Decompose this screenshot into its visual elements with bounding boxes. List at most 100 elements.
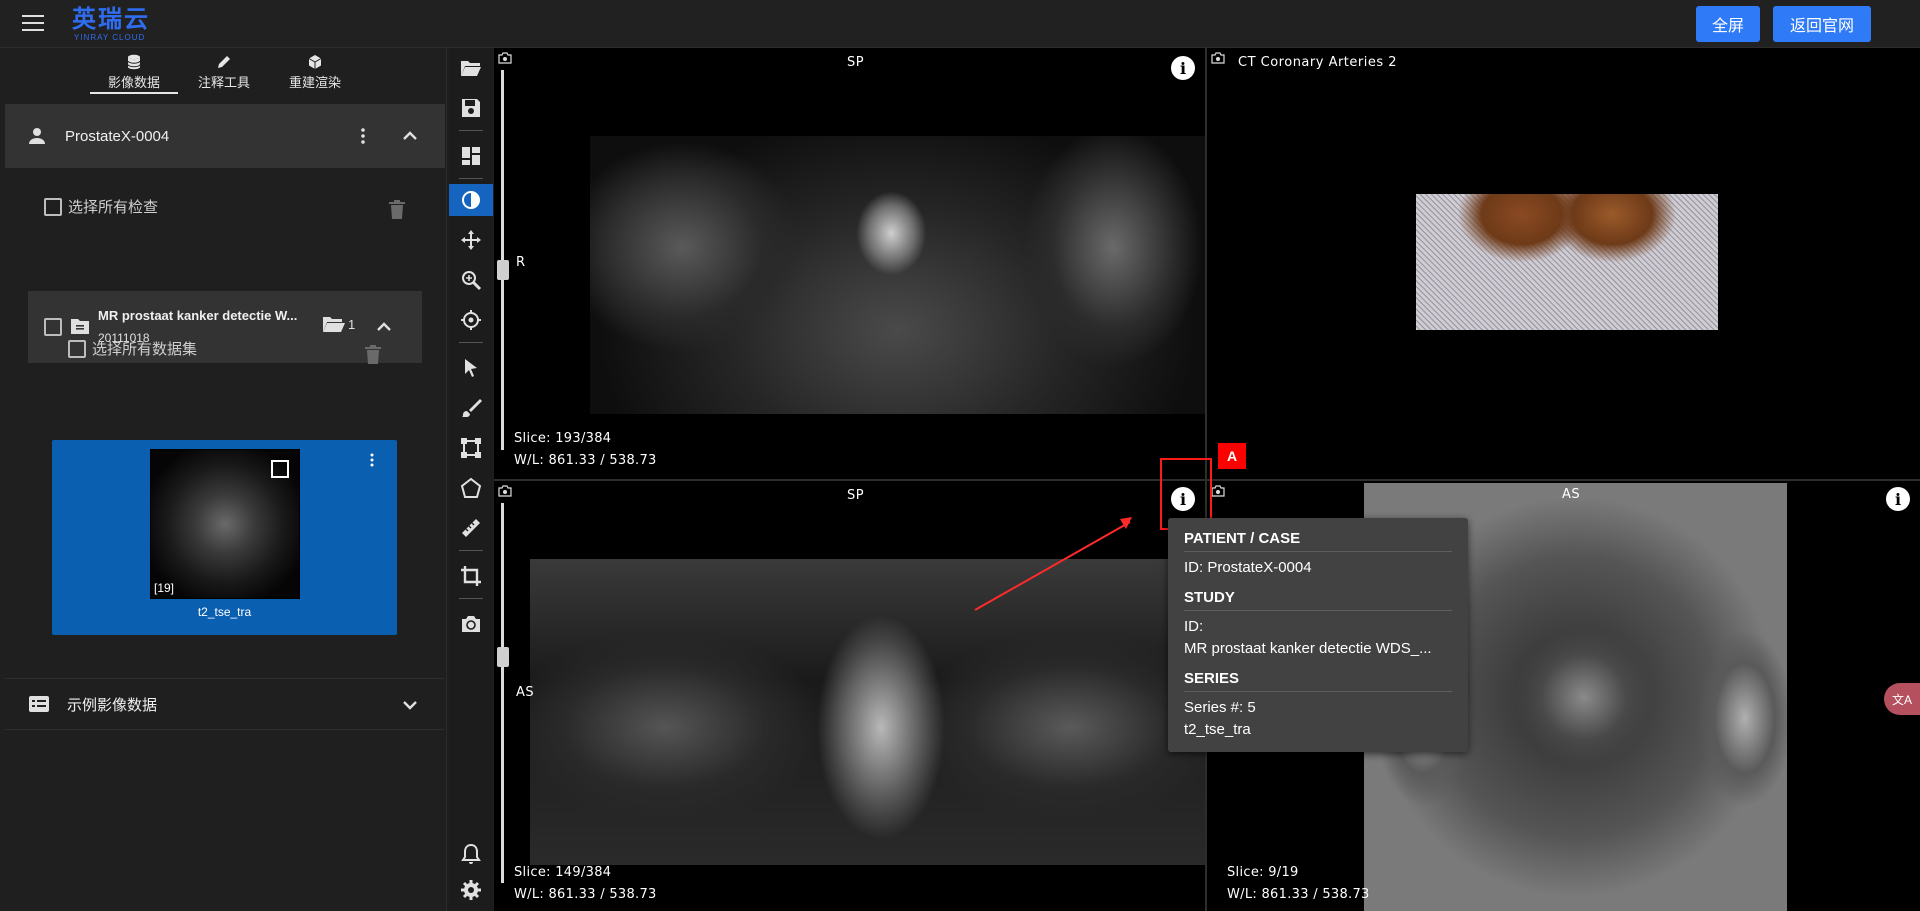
viewport-overlay-info: Slice: 149/384 W/L: 861.33 / 538.73 — [514, 862, 657, 906]
viewport-top-left[interactable]: SP R i Slice: 193/384 W/L: 861.33 / 538.… — [494, 48, 1205, 479]
folder-open-icon — [323, 317, 345, 332]
series-image-count: [19] — [154, 581, 175, 595]
popup-heading: PATIENT / CASE — [1184, 530, 1452, 552]
series-select-checkbox[interactable] — [271, 460, 289, 478]
brush-icon — [461, 399, 482, 417]
window-level-indicator: W/L: 861.33 / 538.73 — [1227, 887, 1370, 902]
annotation-tag: A — [1218, 443, 1246, 469]
crosshair-tool[interactable] — [455, 304, 487, 336]
gear-icon — [461, 880, 481, 900]
pointer-icon — [465, 359, 477, 377]
window-level-tool[interactable] — [449, 184, 493, 216]
info-icon[interactable]: i — [1886, 487, 1910, 511]
popup-study-section: STUDY ID: MR prostaat kanker detectie WD… — [1184, 589, 1452, 660]
chevron-up-icon[interactable] — [374, 317, 394, 337]
translate-button[interactable]: 文A — [1884, 683, 1920, 715]
orientation-top: AS — [1562, 487, 1581, 502]
study-checkbox[interactable] — [44, 318, 62, 336]
select-all-series-row[interactable]: 选择所有数据集 — [68, 338, 197, 359]
save-tool[interactable] — [455, 92, 487, 124]
select-all-studies-checkbox[interactable] — [44, 197, 62, 216]
tab-label: 影像数据 — [107, 75, 160, 90]
example-data-label: 示例影像数据 — [67, 696, 158, 714]
left-panel: 影像数据 注释工具 重建渲染 ProstateX-0004 选择所有检查 MR … — [0, 48, 447, 911]
select-all-series-checkbox[interactable] — [68, 339, 86, 358]
window-level-indicator: W/L: 861.33 / 538.73 — [514, 453, 657, 468]
series-thumbnail: [19] — [150, 449, 300, 599]
series-card[interactable]: [19] t2_tse_tra — [52, 440, 397, 635]
menu-icon[interactable] — [22, 15, 44, 33]
screenshot-tool[interactable] — [455, 608, 487, 640]
camera-icon[interactable] — [498, 485, 512, 497]
select-tool[interactable] — [455, 352, 487, 384]
popup-heading: SERIES — [1184, 670, 1452, 692]
viewport-title: CT Coronary Arteries 2 — [1238, 55, 1398, 70]
person-icon — [29, 128, 45, 144]
chevron-up-icon[interactable] — [400, 126, 420, 146]
app-logo: 英瑞云 YINRAY CLOUD — [72, 6, 150, 42]
study-folder-icon — [71, 319, 89, 334]
info-icon[interactable]: i — [1171, 56, 1195, 80]
slice-indicator: Slice: 193/384 — [514, 431, 612, 446]
ruler-icon — [462, 519, 480, 537]
save-icon — [462, 99, 480, 117]
tab-annotation-tools[interactable]: 注释工具 — [180, 50, 268, 94]
series-count-value: 1 — [348, 316, 356, 332]
popup-heading: STUDY — [1184, 589, 1452, 611]
back-to-website-button[interactable]: 返回官网 — [1773, 6, 1871, 42]
slice-indicator: Slice: 149/384 — [514, 865, 612, 880]
slice-slider-thumb[interactable] — [497, 260, 509, 280]
popup-study-desc: MR prostaat kanker detectie WDS_... — [1184, 640, 1432, 657]
zoom-in-icon — [462, 271, 482, 291]
delete-icon[interactable] — [388, 200, 406, 220]
camera-icon[interactable] — [498, 52, 512, 64]
notifications-tool[interactable] — [455, 838, 487, 870]
fullscreen-button[interactable]: 全屏 — [1696, 6, 1760, 42]
layout-tool[interactable] — [455, 140, 487, 172]
open-folder-tool[interactable] — [455, 52, 487, 84]
pan-tool[interactable] — [455, 224, 487, 256]
logo-sub-text: YINRAY CLOUD — [74, 33, 146, 42]
popup-series-desc: t2_tse_tra — [1184, 721, 1251, 738]
more-options-icon[interactable] — [353, 126, 373, 146]
chevron-down-icon[interactable] — [400, 695, 420, 715]
series-count: 1 — [322, 315, 355, 333]
window-level-indicator: W/L: 861.33 / 538.73 — [514, 887, 657, 902]
more-options-icon[interactable] — [367, 452, 377, 468]
patient-row[interactable]: ProstateX-0004 — [5, 104, 445, 168]
polygon-tool[interactable] — [455, 472, 487, 504]
bounding-box-icon — [461, 438, 481, 458]
popup-series-number: Series #: 5 — [1184, 699, 1256, 716]
select-all-studies-row[interactable]: 选择所有检查 — [44, 196, 158, 217]
popup-study-id: ID: — [1184, 618, 1204, 635]
rectangle-tool[interactable] — [455, 432, 487, 464]
panel-tabs: 影像数据 注释工具 重建渲染 — [0, 48, 447, 96]
tab-reconstruction[interactable]: 重建渲染 — [270, 50, 360, 94]
crop-icon — [461, 566, 481, 586]
select-all-series-label: 选择所有数据集 — [92, 341, 198, 358]
select-all-studies-label: 选择所有检查 — [68, 199, 159, 216]
tool-bar — [449, 48, 493, 911]
list-card-icon — [29, 696, 49, 712]
folder-open-icon — [461, 61, 481, 76]
viewport-top-right[interactable]: CT Coronary Arteries 2 — [1207, 48, 1920, 479]
delete-icon[interactable] — [364, 345, 382, 365]
slice-slider-thumb[interactable] — [497, 647, 509, 667]
slice-slider-track[interactable] — [501, 503, 504, 883]
example-data-row[interactable]: 示例影像数据 — [5, 678, 445, 730]
tab-image-data[interactable]: 影像数据 — [90, 50, 178, 94]
brush-tool[interactable] — [455, 392, 487, 424]
logo-main-text: 英瑞云 — [72, 6, 150, 33]
ruler-tool[interactable] — [455, 512, 487, 544]
zoom-tool[interactable] — [455, 264, 487, 296]
popup-series-section: SERIES Series #: 5 t2_tse_tra — [1184, 670, 1452, 741]
camera-icon[interactable] — [1211, 52, 1225, 64]
crop-tool[interactable] — [455, 560, 487, 592]
bell-icon — [461, 843, 481, 864]
mri-image — [590, 136, 1205, 414]
camera-icon[interactable] — [1211, 485, 1225, 497]
settings-tool[interactable] — [455, 874, 487, 906]
tab-label: 注释工具 — [197, 75, 250, 90]
cube-icon — [308, 55, 322, 69]
camera-rotate-icon — [462, 616, 480, 632]
